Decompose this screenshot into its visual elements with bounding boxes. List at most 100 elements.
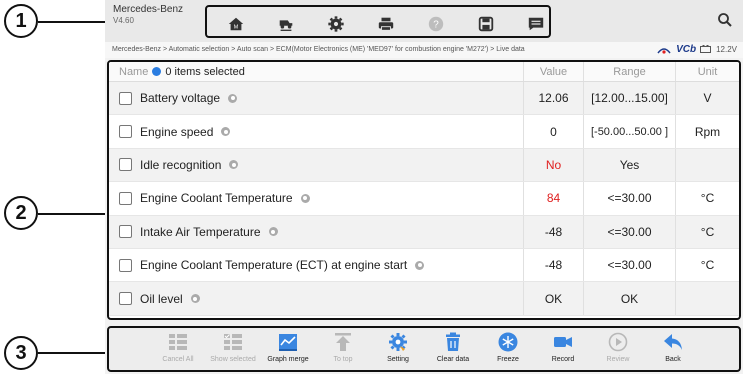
row-value: -48 [523,215,583,248]
row-name: Idle recognition [140,157,222,172]
row-range: <=30.00 [583,182,675,215]
breadcrumb-bar: Mercedes-Benz > Automatic selection > Au… [105,42,743,58]
row-checkbox[interactable] [119,158,132,172]
graph-merge-icon [279,334,297,351]
freeze-button[interactable]: Freeze [479,331,537,369]
row-unit: °C [675,248,739,282]
top-toolbar: Mercedes-Benz V4.60 M ? [105,0,743,42]
row-value: 84 [523,182,583,215]
vehicle-swap-icon[interactable] [277,15,295,33]
row-checkbox[interactable] [119,292,132,306]
info-icon[interactable] [190,294,200,304]
row-name: Battery voltage [140,91,221,106]
vci-brand: VCb [676,44,697,55]
settings-icon[interactable] [327,15,345,33]
back-button[interactable]: Back [644,331,702,369]
show-selected-button[interactable]: Show selected [204,331,262,369]
row-checkbox[interactable] [119,125,132,139]
to-top-icon [335,333,351,351]
header-unit: Unit [675,62,739,81]
row-range: [12.00...15.00] [583,82,675,115]
breadcrumb: Mercedes-Benz > Automatic selection > Au… [112,46,525,53]
brand-block: Mercedes-Benz V4.60 [113,4,183,26]
table-header: Name 0 items selected Value Range Unit [109,62,739,82]
svg-text:M: M [234,25,239,31]
vci-connection-icon [657,47,671,54]
row-unit: V [675,82,739,115]
leader-line-3 [38,352,107,354]
battery-voltage: 12.2V [716,45,737,54]
row-value: OK [523,282,583,315]
info-icon[interactable] [228,93,238,103]
search-icon[interactable] [717,12,733,28]
battery-icon [700,45,712,53]
message-icon[interactable] [527,15,545,33]
info-icon[interactable] [415,260,425,270]
row-unit: °C [675,215,739,248]
row-name: Intake Air Temperature [140,224,261,239]
info-icon[interactable] [300,193,310,203]
print-icon[interactable] [377,15,395,33]
clear-data-button[interactable]: Clear data [424,331,482,369]
info-icon[interactable] [229,160,239,170]
leader-line-1 [38,21,105,23]
callout-2: 2 [4,196,38,230]
show-selected-label: Show selected [210,356,256,363]
leader-line-2 [38,213,107,215]
table-row[interactable]: Engine Coolant Temperature 84 <=30.00 °C [109,182,739,216]
row-checkbox[interactable] [119,225,132,239]
table-row[interactable]: Engine speed 0 [-50.00...50.00 ] Rpm [109,115,739,149]
row-range: <=30.00 [583,215,675,248]
brand-version: V4.60 [113,16,134,25]
table-row[interactable]: Engine Coolant Temperature (ECT) at engi… [109,248,739,283]
vci-status: VCb 12.2V [656,44,737,55]
info-icon[interactable] [221,127,231,137]
callout-3: 3 [4,336,38,370]
setting-label: Setting [387,356,409,363]
row-checkbox[interactable] [119,258,132,272]
cancel-all-button[interactable]: Cancel All [149,331,207,369]
row-value: -48 [523,248,583,282]
clear-data-icon [446,332,460,351]
row-checkbox[interactable] [119,191,132,205]
row-range: [-50.00...50.00 ] [583,115,675,148]
row-name: Engine speed [140,124,214,139]
table-row[interactable]: Battery voltage 12.06 [12.00...15.00] V [109,82,739,116]
toolbar-icons: M ? [205,5,551,38]
table-row[interactable]: Intake Air Temperature -48 <=30.00 °C [109,215,739,249]
review-button[interactable]: Review [589,331,647,369]
row-range: OK [583,282,675,315]
row-unit [675,282,739,315]
setting-button[interactable]: Setting [369,331,427,369]
table-row[interactable]: Oil level OK OK [109,282,739,316]
help-icon[interactable]: ? [427,15,445,33]
row-value: 0 [523,115,583,148]
row-range: Yes [583,148,675,182]
row-unit [675,148,739,182]
cancel-all-icon [169,334,187,350]
back-icon [664,334,682,350]
record-button[interactable]: Record [534,331,592,369]
show-selected-icon [224,334,242,350]
cancel-all-label: Cancel All [162,356,194,363]
home-icon[interactable]: M [227,15,245,33]
selection-dot-icon [152,67,162,76]
graph-merge-label: Graph merge [267,356,309,363]
row-name: Engine Coolant Temperature (ECT) at engi… [140,258,408,273]
save-icon[interactable] [477,15,495,33]
header-name: Name 0 items selected [109,66,523,78]
brand-name: Mercedes-Benz [113,4,184,15]
graph-merge-button[interactable]: Graph merge [259,331,317,369]
info-icon[interactable] [268,227,278,237]
freeze-icon [498,332,518,352]
table-row[interactable]: Idle recognition No Yes [109,148,739,183]
back-label: Back [665,356,681,363]
row-range: <=30.00 [583,248,675,282]
row-checkbox[interactable] [119,91,132,105]
bottom-function-bar: Cancel All Show selected Graph merge To … [107,326,741,372]
freeze-label: Freeze [497,356,519,363]
review-icon [608,332,628,352]
to-top-button[interactable]: To top [314,331,372,369]
record-icon [554,337,572,347]
device-screen: Mercedes-Benz V4.60 M ? Mercedes-Benz > … [105,0,743,374]
